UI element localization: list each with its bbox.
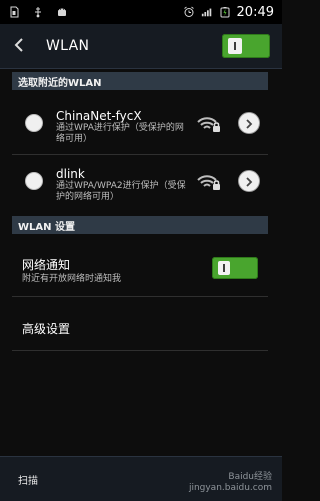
toggle-thumb: [218, 261, 230, 275]
sim-icon: [8, 6, 20, 18]
chevron-right-icon: [244, 114, 254, 133]
network-details-button[interactable]: [238, 170, 260, 192]
network-name: dlink: [56, 167, 85, 181]
status-left-icons: [0, 6, 68, 18]
chevron-right-icon: [244, 172, 254, 191]
status-time: 20:49: [236, 4, 274, 20]
section-header-wlan-settings: WLAN 设置: [12, 216, 268, 234]
network-notify-setting[interactable]: 网络通知 附近有开放网络时通知我: [0, 240, 282, 296]
watermark-line2: jingyan.baidu.com: [188, 483, 272, 493]
back-icon: [14, 37, 24, 56]
divider: [12, 350, 268, 351]
network-radio[interactable]: [25, 172, 43, 190]
scan-button[interactable]: 扫描: [18, 472, 38, 487]
watermark: Baidu经验 jingyan.baidu.com: [189, 472, 272, 494]
page-title: WLAN: [46, 38, 90, 54]
signal-icon: [201, 6, 213, 18]
status-bar: 20:49: [0, 0, 282, 24]
alarm-icon: [183, 6, 195, 18]
divider: [12, 154, 268, 155]
wlan-master-toggle[interactable]: [222, 34, 270, 58]
advanced-settings-row[interactable]: 高级设置: [0, 300, 282, 348]
wifi-lock-icon: [197, 174, 221, 192]
network-security-desc: 通过WPA/WPA2进行保护（受保护的网络可用）: [56, 181, 186, 202]
network-name: ChinaNet-fycX: [56, 109, 142, 123]
back-button[interactable]: [14, 37, 32, 56]
watermark-line1: Baidu经验: [228, 472, 272, 482]
usb-icon: [32, 6, 44, 18]
app-bar: WLAN: [0, 24, 282, 69]
advanced-settings-title: 高级设置: [22, 322, 71, 336]
wifi-lock-icon: [197, 116, 221, 134]
network-radio[interactable]: [25, 114, 43, 132]
divider: [12, 296, 268, 297]
section-header-nearby: 选取附近的WLAN: [12, 72, 268, 90]
network-details-button[interactable]: [238, 112, 260, 134]
network-list-item[interactable]: dlink 通过WPA/WPA2进行保护（受保护的网络可用）: [0, 156, 282, 208]
toggle-thumb: [228, 38, 242, 54]
battery-charging-icon: [219, 6, 231, 18]
network-notify-toggle[interactable]: [212, 257, 258, 279]
network-security-desc: 通过WPA进行保护（受保护的网络可用）: [56, 123, 184, 144]
setting-subtitle: 附近有开放网络时通知我: [22, 274, 122, 284]
android-icon: [56, 6, 68, 18]
status-right-icons: 20:49: [183, 5, 282, 20]
network-list-item[interactable]: ChinaNet-fycX 通过WPA进行保护（受保护的网络可用）: [0, 98, 282, 150]
